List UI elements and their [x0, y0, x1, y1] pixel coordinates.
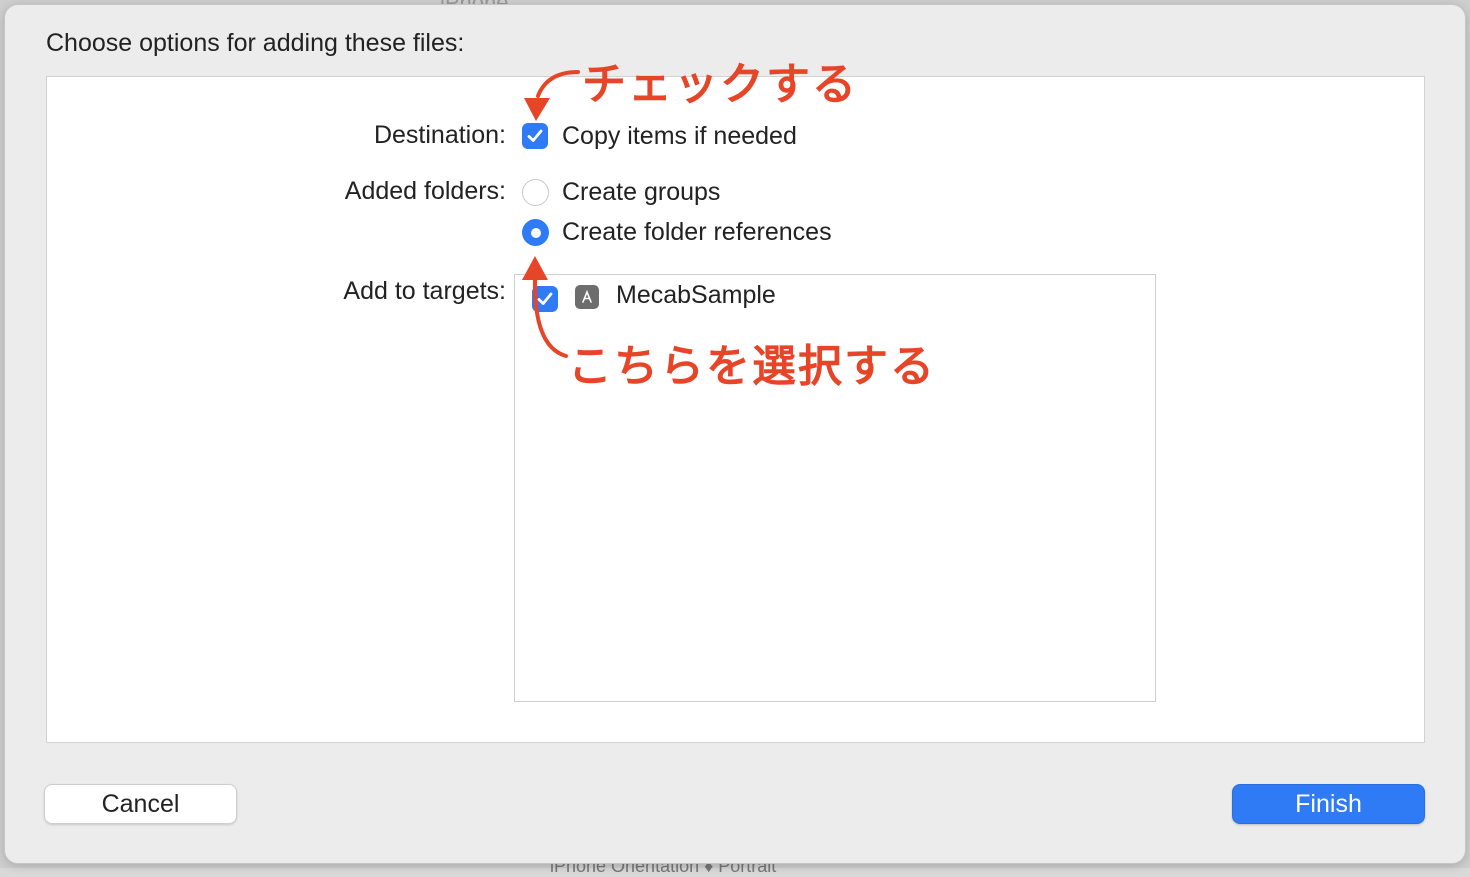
create-groups-radio[interactable]: [522, 179, 549, 206]
annotation-select: こちらを選択する: [568, 341, 936, 392]
app-target-icon: [575, 285, 599, 309]
create-folder-references-radio[interactable]: [522, 219, 549, 246]
create-folder-references-label[interactable]: Create folder references: [562, 218, 832, 247]
add-files-sheet: Choose options for adding these files: D…: [4, 4, 1466, 864]
add-to-targets-label: Add to targets:: [343, 277, 506, 305]
destination-label: Destination:: [373, 121, 506, 149]
checkmark-icon: [537, 292, 553, 305]
target-name[interactable]: MecabSample: [616, 281, 776, 310]
target-checkbox-mecabsample[interactable]: [532, 286, 558, 312]
annotation-check: チェックする: [582, 59, 858, 110]
cancel-button[interactable]: Cancel: [44, 784, 237, 824]
create-groups-label[interactable]: Create groups: [562, 178, 720, 207]
checkmark-icon: [527, 129, 543, 142]
copy-items-checkbox[interactable]: [522, 123, 548, 149]
options-panel: Destination: Copy items if needed Added …: [46, 76, 1425, 743]
finish-button[interactable]: Finish: [1232, 784, 1425, 824]
sheet-title: Choose options for adding these files:: [46, 29, 465, 57]
copy-items-label[interactable]: Copy items if needed: [562, 122, 797, 151]
added-folders-label: Added folders:: [344, 177, 506, 205]
radio-selected-dot: [530, 227, 541, 238]
